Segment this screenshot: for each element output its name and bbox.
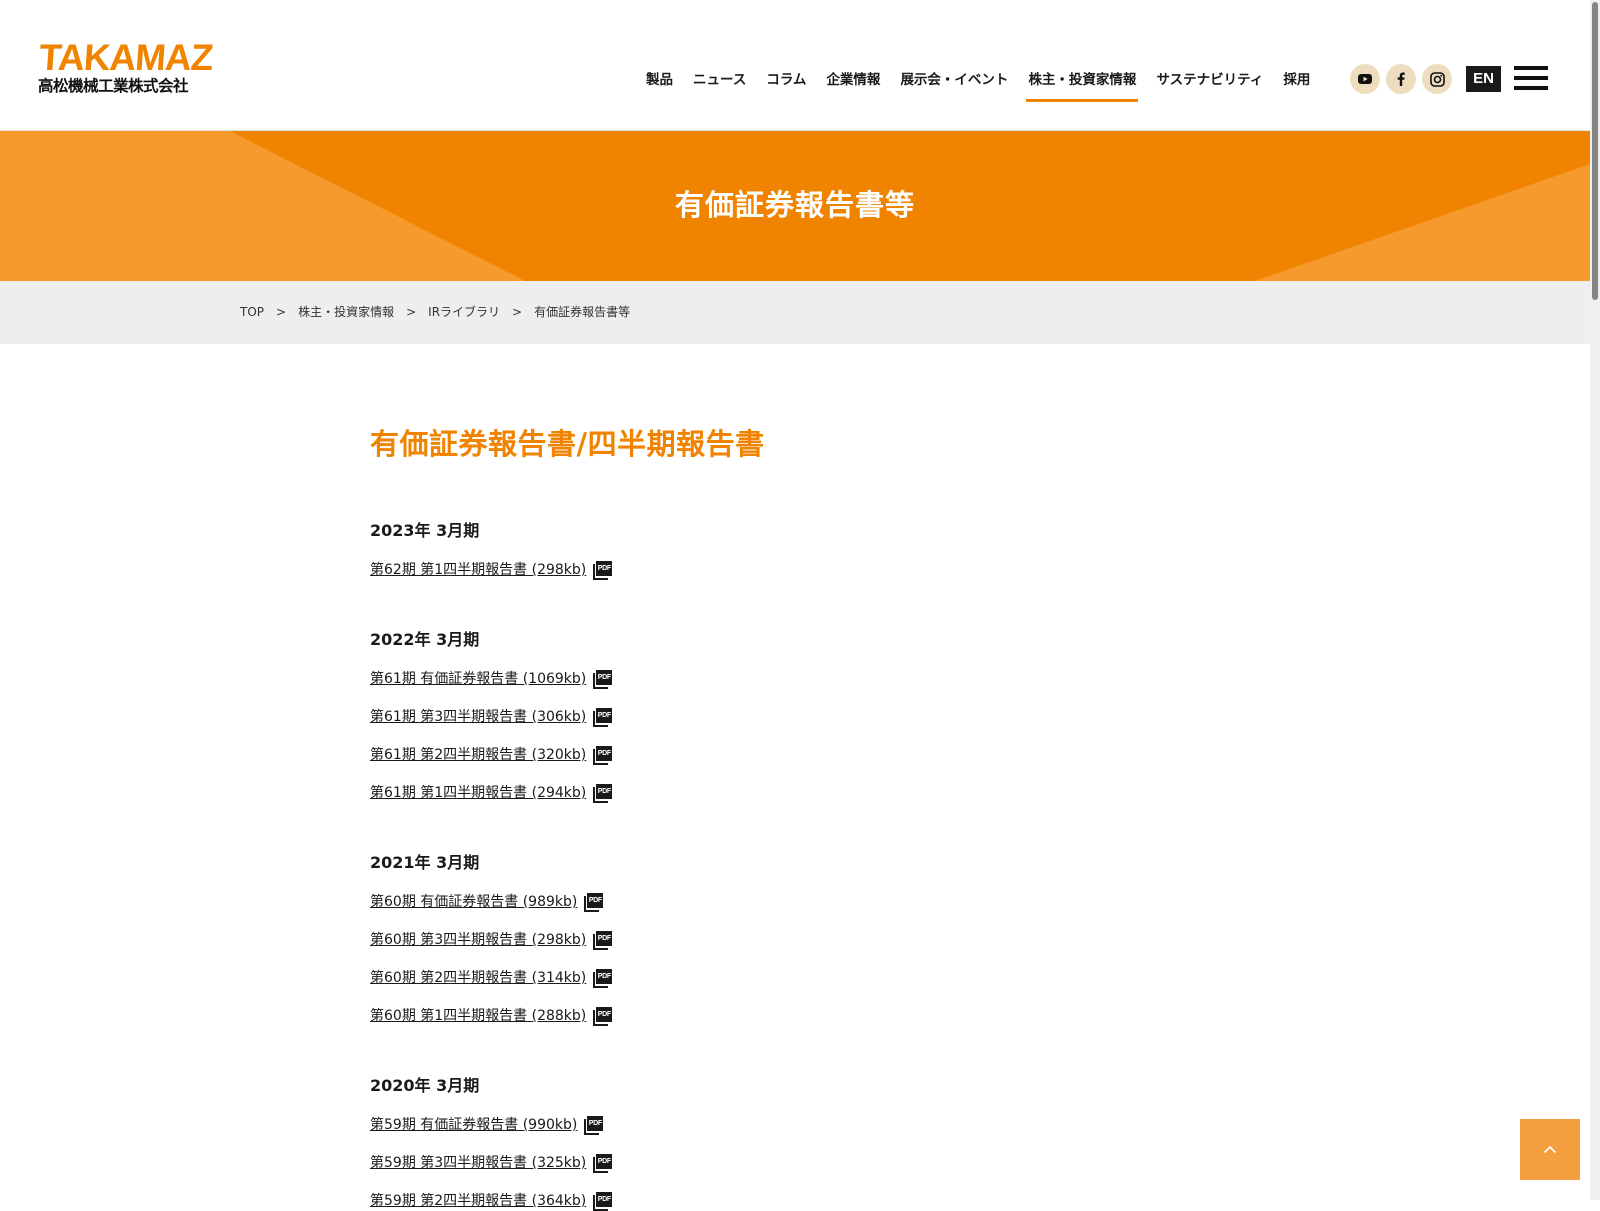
nav-item[interactable]: 採用 — [1283, 68, 1310, 98]
pdf-badge: PDF — [596, 1006, 613, 1022]
report-groups: 2023年 3月期第62期 第1四半期報告書 (298kb) PDF 2022年 3… — [370, 520, 1230, 1211]
fiscal-year-heading: 2021年 3月期 — [370, 853, 480, 872]
site-logo[interactable]: TAKAMAZ 高松機械工業株式会社 — [37, 37, 220, 96]
language-en-button[interactable]: EN — [1466, 66, 1501, 92]
report-year-group: 2023年 3月期第62期 第1四半期報告書 (298kb) PDF — [370, 520, 1230, 580]
menu-bar — [1514, 66, 1548, 70]
pdf-icon: PDF — [593, 1153, 613, 1173]
pdf-icon: PDF — [593, 930, 613, 950]
breadcrumb-list: TOP > 株主・投資家情報 > IRライブラリ > 有価証券報告書等 — [240, 303, 630, 321]
nav-item[interactable]: 株主・投資家情報 — [1026, 68, 1139, 102]
pdf-badge: PDF — [587, 892, 604, 908]
pdf-icon: PDF — [584, 1115, 604, 1135]
logo-company-name: 高松機械工業株式会社 — [38, 77, 189, 95]
global-nav: 製品 ニュース コラム 企業情報 展示会・イベント 株主・投資家情報 サステナビリティ 採用 — [646, 68, 1330, 102]
logo-wordmark: TAKAMAZ — [37, 37, 214, 78]
nav-item[interactable]: サステナビリティ — [1156, 68, 1263, 98]
menu-bar — [1514, 76, 1548, 80]
breadcrumb: TOP > 株主・投資家情報 > IRライブラリ > 有価証券報告書等 — [0, 281, 1590, 344]
report-pdf-link[interactable]: 第60期 第3四半期報告書 (298kb) PDF — [370, 930, 1230, 950]
pdf-icon: PDF — [593, 783, 613, 803]
report-link-label: 第59期 第3四半期報告書 (325kb) — [370, 1155, 587, 1171]
fiscal-year-heading: 2022年 3月期 — [370, 630, 480, 649]
main-content: 有価証券報告書/四半期報告書 2023年 3月期第62期 第1四半期報告書 (2… — [370, 424, 1230, 1211]
report-pdf-link[interactable]: 第60期 有価証券報告書 (989kb) PDF — [370, 892, 1230, 912]
facebook-link[interactable] — [1386, 64, 1416, 94]
facebook-icon — [1397, 72, 1405, 86]
pdf-badge: PDF — [596, 968, 613, 984]
report-year-group: 2021年 3月期 第60期 有価証券報告書 (989kb) PDF 第60期 第3四… — [370, 852, 1230, 1026]
pdf-icon: PDF — [593, 1006, 613, 1026]
report-pdf-link[interactable]: 第61期 第1四半期報告書 (294kb) PDF — [370, 783, 1230, 803]
pdf-icon: PDF — [593, 707, 613, 727]
pdf-icon: PDF — [593, 1191, 613, 1211]
report-link-label: 第61期 有価証券報告書 (1069kb) — [370, 671, 587, 687]
breadcrumb-current: 有価証券報告書等 — [534, 305, 631, 319]
report-link-label: 第62期 第1四半期報告書 (298kb) — [370, 562, 587, 578]
nav-item[interactable]: 製品 — [646, 68, 673, 98]
breadcrumb-link[interactable]: IRライブラリ — [428, 303, 500, 321]
report-year-group: 2020年 3月期 第59期 有価証券報告書 (990kb) PDF 第59期 第3四… — [370, 1075, 1230, 1211]
nav-item[interactable]: 展示会・イベント — [900, 68, 1008, 98]
report-link-label: 第61期 第2四半期報告書 (320kb) — [370, 747, 587, 763]
site-header: TAKAMAZ 高松機械工業株式会社 製品 ニュース コラム 企業情報 展示会・イベント… — [0, 0, 1590, 131]
report-pdf-link[interactable]: 第59期 第2四半期報告書 (364kb) PDF — [370, 1191, 1230, 1211]
report-pdf-link[interactable]: 第59期 有価証券報告書 (990kb) PDF — [370, 1115, 1230, 1135]
nav-item[interactable]: コラム — [766, 68, 806, 98]
report-link-label: 第60期 有価証券報告書 (989kb) — [370, 894, 578, 910]
pdf-icon: PDF — [593, 968, 613, 988]
nav-item[interactable]: ニュース — [693, 68, 746, 98]
report-pdf-link[interactable]: 第61期 第2四半期報告書 (320kb) PDF — [370, 745, 1230, 765]
pdf-icon: PDF — [584, 892, 604, 912]
hero-title: 有価証券報告書等 — [674, 188, 915, 222]
instagram-link[interactable] — [1422, 64, 1452, 94]
pdf-badge: PDF — [587, 1115, 604, 1131]
breadcrumb-separator: > — [406, 305, 417, 319]
breadcrumb-separator: > — [276, 305, 287, 319]
back-to-top-button[interactable] — [1520, 1119, 1580, 1180]
report-link-label: 第61期 第3四半期報告書 (306kb) — [370, 709, 587, 725]
report-pdf-link[interactable]: 第62期 第1四半期報告書 (298kb) PDF — [370, 560, 1230, 580]
chevron-up-icon — [1543, 1145, 1557, 1154]
nav-item[interactable]: 企業情報 — [826, 68, 880, 98]
hamburger-menu-button[interactable] — [1514, 66, 1548, 92]
youtube-link[interactable] — [1350, 64, 1380, 94]
report-pdf-link[interactable]: 第61期 有価証券報告書 (1069kb) PDF — [370, 669, 1230, 689]
instagram-icon — [1429, 71, 1445, 87]
pdf-badge: PDF — [596, 560, 613, 576]
report-link-label: 第60期 第3四半期報告書 (298kb) — [370, 932, 587, 948]
section-title: 有価証券報告書/四半期報告書 — [370, 427, 765, 461]
youtube-icon — [1358, 74, 1372, 84]
menu-bar — [1514, 86, 1548, 90]
report-pdf-link[interactable]: 第59期 第3四半期報告書 (325kb) PDF — [370, 1153, 1230, 1173]
pdf-icon: PDF — [593, 745, 613, 765]
pdf-badge: PDF — [596, 1153, 613, 1169]
report-pdf-link[interactable]: 第61期 第3四半期報告書 (306kb) PDF — [370, 707, 1230, 727]
breadcrumb-link[interactable]: 株主・投資家情報 — [298, 303, 394, 321]
report-link-label: 第60期 第2四半期報告書 (314kb) — [370, 970, 587, 986]
pdf-badge: PDF — [596, 707, 613, 723]
fiscal-year-heading: 2020年 3月期 — [370, 1076, 480, 1095]
page-hero: 有価証券報告書等 — [0, 131, 1590, 281]
pdf-badge: PDF — [596, 669, 613, 685]
page-scrollbar[interactable] — [1590, 0, 1600, 1200]
breadcrumb-separator: > — [512, 305, 523, 319]
report-pdf-link[interactable]: 第60期 第1四半期報告書 (288kb) PDF — [370, 1006, 1230, 1026]
pdf-badge: PDF — [596, 783, 613, 799]
report-link-label: 第59期 第2四半期報告書 (364kb) — [370, 1193, 587, 1209]
report-link-label: 第61期 第1四半期報告書 (294kb) — [370, 785, 587, 801]
pdf-icon: PDF — [593, 669, 613, 689]
report-year-group: 2022年 3月期 第61期 有価証券報告書 (1069kb) PDF 第61期 第3… — [370, 629, 1230, 803]
report-link-label: 第59期 有価証券報告書 (990kb) — [370, 1117, 578, 1133]
pdf-icon: PDF — [593, 560, 613, 580]
report-pdf-link[interactable]: 第60期 第2四半期報告書 (314kb) PDF — [370, 968, 1230, 988]
pdf-badge: PDF — [596, 1191, 613, 1207]
fiscal-year-heading: 2023年 3月期 — [370, 521, 480, 540]
report-link-label: 第60期 第1四半期報告書 (288kb) — [370, 1008, 587, 1024]
scrollbar-thumb[interactable] — [1592, 2, 1598, 300]
breadcrumb-link[interactable]: TOP — [240, 303, 264, 321]
pdf-badge: PDF — [596, 930, 613, 946]
pdf-badge: PDF — [596, 745, 613, 761]
